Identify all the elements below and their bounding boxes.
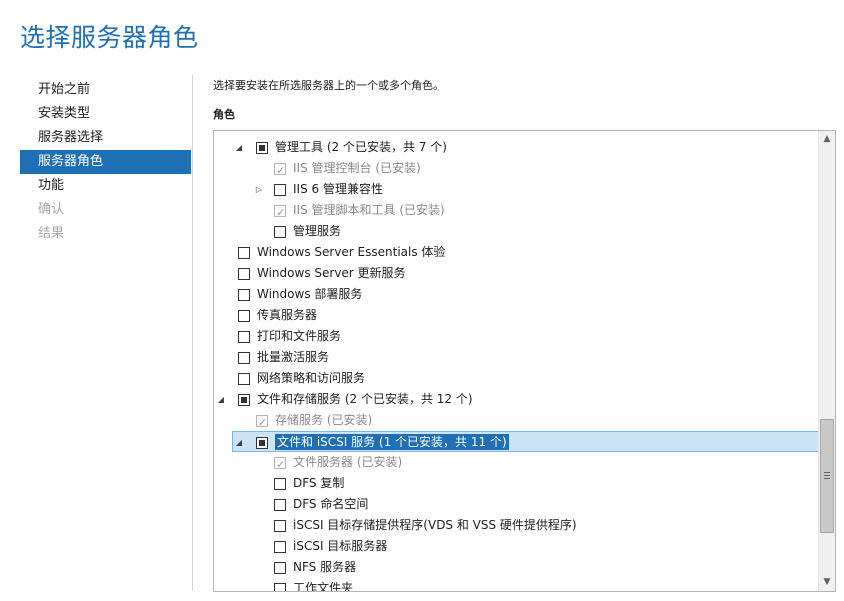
role-row[interactable]: 打印和文件服务 xyxy=(214,326,819,347)
role-label: Windows Server 更新服务 xyxy=(257,266,406,280)
grip-icon xyxy=(824,472,830,479)
role-checkbox xyxy=(274,454,286,475)
role-checkbox[interactable] xyxy=(274,184,286,196)
role-row[interactable]: Windows Server Essentials 体验 xyxy=(214,242,819,263)
role-row[interactable]: iSCSI 目标服务器 xyxy=(214,536,819,557)
nav-divider xyxy=(192,75,193,591)
role-checkbox[interactable] xyxy=(238,373,250,385)
role-checkbox[interactable] xyxy=(274,499,286,511)
role-label: 传真服务器 xyxy=(257,308,318,322)
role-checkbox xyxy=(274,202,286,223)
role-label: Windows Server Essentials 体验 xyxy=(257,245,446,259)
nav-item-5: 确认 xyxy=(38,202,65,217)
role-label: Windows 部署服务 xyxy=(257,287,363,301)
collapse-arrow-icon[interactable]: ◢ xyxy=(216,389,226,410)
role-checkbox xyxy=(274,160,286,181)
role-row[interactable]: NFS 服务器 xyxy=(214,557,819,578)
role-checkbox[interactable] xyxy=(256,437,268,449)
role-label: 存储服务 (已安装) xyxy=(275,413,373,427)
role-checkbox[interactable] xyxy=(274,562,286,574)
role-checkbox[interactable] xyxy=(238,268,250,280)
collapse-arrow-icon[interactable]: ◢ xyxy=(234,432,244,453)
wizard-nav: 开始之前 安装类型 服务器选择 服务器角色 功能确认结果 xyxy=(20,78,191,246)
role-row[interactable]: 文件服务器 (已安装) xyxy=(214,452,819,475)
role-row[interactable]: IIS 管理脚本和工具 (已安装) xyxy=(214,200,819,223)
role-label: IIS 6 管理兼容性 xyxy=(293,182,383,196)
role-label: 管理服务 xyxy=(293,224,342,238)
role-row[interactable]: ◢ 管理工具 (2 个已安装，共 7 个) xyxy=(214,137,819,158)
role-label: iSCSI 目标存储提供程序(VDS 和 VSS 硬件提供程序) xyxy=(293,518,577,532)
role-row[interactable]: 传真服务器 xyxy=(214,305,819,326)
role-row[interactable]: 网络策略和访问服务 xyxy=(214,368,819,389)
scroll-up-icon[interactable]: ▲ xyxy=(819,131,835,148)
role-checkbox[interactable] xyxy=(274,478,286,490)
role-row[interactable]: 存储服务 (已安装) xyxy=(214,410,819,433)
role-checkbox[interactable] xyxy=(238,289,250,301)
roles-tree[interactable]: ◢ 管理工具 (2 个已安装，共 7 个) IIS 管理控制台 (已安装) ▷ IIS … xyxy=(213,130,836,592)
role-row[interactable]: Windows Server 更新服务 xyxy=(214,263,819,284)
role-label: NFS 服务器 xyxy=(293,560,357,574)
role-row[interactable]: ◢ 文件和 iSCSI 服务 (1 个已安装，共 11 个) xyxy=(232,431,819,452)
role-label: 工作文件夹 xyxy=(293,581,354,592)
role-row[interactable]: 工作文件夹 xyxy=(214,578,819,592)
role-checkbox xyxy=(256,412,268,433)
role-label: IIS 管理控制台 (已安装) xyxy=(293,161,421,175)
role-label: IIS 管理脚本和工具 (已安装) xyxy=(293,203,445,217)
role-checkbox[interactable] xyxy=(274,520,286,532)
role-label: 管理工具 (2 个已安装，共 7 个) xyxy=(275,140,447,154)
role-label: 网络策略和访问服务 xyxy=(257,371,366,385)
roles-tree-list: ◢ 管理工具 (2 个已安装，共 7 个) IIS 管理控制台 (已安装) ▷ IIS … xyxy=(214,137,819,592)
role-checkbox[interactable] xyxy=(238,352,250,364)
role-checkbox[interactable] xyxy=(238,331,250,343)
role-checkbox[interactable] xyxy=(238,310,250,322)
role-checkbox[interactable] xyxy=(274,226,286,238)
role-row[interactable]: IIS 管理控制台 (已安装) xyxy=(214,158,819,181)
role-row[interactable]: ◢ 文件和存储服务 (2 个已安装，共 12 个) xyxy=(214,389,819,410)
role-label: iSCSI 目标服务器 xyxy=(293,539,388,553)
roles-heading: 角色 xyxy=(213,108,235,121)
nav-item-0[interactable]: 开始之前 xyxy=(20,78,191,102)
role-checkbox[interactable] xyxy=(238,394,250,406)
role-label: 批量激活服务 xyxy=(257,350,330,364)
role-label: 文件和 iSCSI 服务 (1 个已安装，共 11 个) xyxy=(275,434,509,450)
nav-item-6: 结果 xyxy=(38,226,65,241)
role-label: DFS 命名空间 xyxy=(293,497,369,511)
scrollbar-thumb[interactable] xyxy=(820,419,834,533)
role-checkbox[interactable] xyxy=(274,583,286,591)
role-row[interactable]: DFS 复制 xyxy=(214,473,819,494)
role-label: 文件和存储服务 (2 个已安装，共 12 个) xyxy=(257,392,473,406)
role-row[interactable]: iSCSI 目标存储提供程序(VDS 和 VSS 硬件提供程序) xyxy=(214,515,819,536)
page-description: 选择要安装在所选服务器上的一个或多个角色。 xyxy=(213,79,444,92)
role-checkbox[interactable] xyxy=(274,541,286,553)
vertical-scrollbar[interactable]: ▲ ▼ xyxy=(818,131,835,591)
role-row[interactable]: 管理服务 xyxy=(214,221,819,242)
role-row[interactable]: Windows 部署服务 xyxy=(214,284,819,305)
role-label: 打印和文件服务 xyxy=(257,329,342,343)
page-title: 选择服务器角色 xyxy=(20,23,199,52)
collapse-arrow-icon[interactable]: ◢ xyxy=(234,137,244,158)
nav-item-4[interactable]: 功能 xyxy=(20,174,191,198)
role-label: 文件服务器 (已安装) xyxy=(293,455,403,469)
role-row[interactable]: DFS 命名空间 xyxy=(214,494,819,515)
nav-item-3[interactable]: 服务器角色 xyxy=(20,150,191,174)
expand-arrow-icon[interactable]: ▷ xyxy=(254,179,264,200)
nav-item-1[interactable]: 安装类型 xyxy=(20,102,191,126)
scroll-down-icon[interactable]: ▼ xyxy=(819,574,835,591)
role-checkbox[interactable] xyxy=(256,142,268,154)
role-label: DFS 复制 xyxy=(293,476,345,490)
nav-item-2[interactable]: 服务器选择 xyxy=(20,126,191,150)
role-row[interactable]: ▷ IIS 6 管理兼容性 xyxy=(214,179,819,200)
role-checkbox[interactable] xyxy=(238,247,250,259)
role-row[interactable]: 批量激活服务 xyxy=(214,347,819,368)
